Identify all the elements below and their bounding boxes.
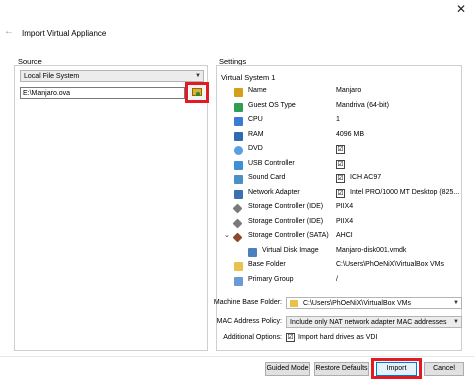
row-value: Manjaro-disk001.vmdk: [336, 246, 407, 254]
chevron-down-icon: ▼: [195, 73, 201, 79]
group-icon: [234, 276, 243, 286]
settings-row-usb[interactable]: USB Controller ☑: [222, 158, 460, 173]
source-combo[interactable]: Local File System ▼: [20, 70, 204, 82]
row-label: RAM: [248, 130, 264, 138]
machine-base-folder-combo[interactable]: C:\Users\PhOeNiX\VirtualBox VMs ▼: [286, 297, 462, 309]
folder-icon: [290, 299, 298, 307]
title-bar: ✕: [0, 0, 474, 22]
settings-row-storage-sata[interactable]: ⌄ Storage Controller (SATA) AHCI: [222, 230, 460, 245]
row-value: Mandriva (64-bit): [336, 101, 389, 109]
row-value: PIIX4: [336, 203, 354, 210]
back-arrow-icon[interactable]: ←: [4, 26, 14, 37]
settings-row-network[interactable]: Network Adapter ☑ Intel PRO/1000 MT Desk…: [222, 187, 460, 202]
highlight-browse: [185, 82, 209, 103]
guided-mode-button[interactable]: Guided Mode: [265, 362, 310, 376]
settings-row-cpu[interactable]: CPU 1: [222, 114, 460, 129]
source-file-field[interactable]: E:\Manjaro.ova: [20, 87, 185, 99]
machine-base-folder-label: Machine Base Folder:: [213, 299, 282, 306]
settings-row-dvd[interactable]: DVD ☑: [222, 143, 460, 158]
footer-divider: [0, 356, 474, 357]
chevron-down-icon: ▼: [453, 319, 459, 325]
storage-sata-icon: [232, 232, 243, 243]
settings-row-name[interactable]: Name Manjaro: [222, 85, 460, 100]
row-label: Sound Card: [248, 174, 286, 181]
row-value: /: [336, 275, 338, 283]
ram-icon: [234, 131, 243, 141]
import-hard-drives-checkbox[interactable]: ☑: [286, 333, 295, 342]
settings-row-primary-group[interactable]: Primary Group /: [222, 274, 460, 289]
row-label: Storage Controller (IDE): [248, 203, 324, 210]
cancel-button[interactable]: Cancel: [424, 362, 464, 376]
disk-icon: [248, 247, 257, 257]
sound-checkbox[interactable]: ☑: [336, 174, 345, 183]
settings-row-virtual-disk[interactable]: Virtual Disk Image Manjaro-disk001.vmdk: [222, 245, 460, 260]
row-value: AHCI: [336, 232, 353, 239]
usb-checkbox[interactable]: ☑: [336, 159, 345, 169]
settings-row-storage-ide-1[interactable]: Storage Controller (IDE) PIIX4: [222, 201, 460, 216]
mac-policy-value: Include only NAT network adapter MAC add…: [290, 319, 447, 326]
folder-icon: [234, 262, 243, 271]
network-checkbox[interactable]: ☑: [336, 188, 345, 198]
import-hard-drives-label[interactable]: Import hard drives as VDI: [298, 334, 377, 341]
row-label: CPU: [248, 116, 263, 123]
settings-row-base-folder[interactable]: Base Folder C:\Users\PhOeNiX\VirtualBox …: [222, 259, 460, 274]
name-icon: [234, 88, 243, 97]
machine-base-folder-value: C:\Users\PhOeNiX\VirtualBox VMs: [302, 300, 411, 307]
highlight-import: [371, 358, 422, 379]
settings-row-guest-os[interactable]: Guest OS Type Mandriva (64-bit): [222, 100, 460, 115]
mac-policy-combo[interactable]: Include only NAT network adapter MAC add…: [286, 316, 462, 328]
storage-ide-icon: [232, 218, 243, 228]
row-value: ICH AC97: [350, 174, 382, 181]
sound-icon: [234, 175, 243, 184]
chevron-down-icon: ▼: [453, 300, 459, 306]
row-label: Storage Controller (SATA): [248, 232, 329, 239]
dialog-title: Import Virtual Appliance: [22, 29, 107, 38]
dvd-icon: [234, 146, 243, 155]
row-label: DVD: [248, 145, 263, 152]
row-label: Base Folder: [248, 261, 286, 268]
settings-row-ram[interactable]: RAM 4096 MB: [222, 129, 460, 144]
network-icon: [234, 189, 243, 199]
additional-options-label: Additional Options:: [223, 334, 282, 341]
restore-defaults-button[interactable]: Restore Defaults: [314, 362, 369, 376]
row-label: Primary Group: [248, 275, 294, 283]
row-label: Guest OS Type: [248, 101, 296, 109]
settings-row-sound[interactable]: Sound Card ☑ ICH AC97: [222, 172, 460, 187]
row-label: Name: [248, 87, 267, 94]
source-panel: [14, 65, 208, 351]
source-combo-value: Local File System: [24, 73, 80, 80]
row-value: 1: [336, 116, 340, 123]
row-label: Storage Controller (IDE): [248, 217, 324, 225]
usb-icon: [234, 160, 243, 170]
close-icon[interactable]: ✕: [456, 2, 466, 16]
dialog-header: ← Import Virtual Appliance: [0, 22, 474, 44]
cpu-icon: [234, 117, 243, 126]
row-label: USB Controller: [248, 159, 295, 167]
row-label: Virtual Disk Image: [262, 246, 319, 254]
os-icon: [234, 102, 243, 112]
row-value: Intel PRO/1000 MT Desktop (825...: [350, 188, 460, 196]
row-value: 4096 MB: [336, 130, 365, 138]
row-value: C:\Users\PhOeNiX\VirtualBox VMs: [336, 261, 445, 268]
row-value: PIIX4: [336, 217, 354, 225]
dvd-checkbox[interactable]: ☑: [336, 145, 345, 154]
virtual-system-header[interactable]: Virtual System 1: [221, 73, 275, 82]
mac-policy-label: MAC Address Policy:: [216, 318, 282, 325]
row-value: Manjaro: [336, 87, 362, 94]
storage-ide-icon: [232, 203, 243, 214]
settings-row-storage-ide-2[interactable]: Storage Controller (IDE) PIIX4: [222, 216, 460, 231]
expand-arrow-icon[interactable]: ⌄: [224, 231, 230, 239]
row-label: Network Adapter: [248, 188, 300, 196]
